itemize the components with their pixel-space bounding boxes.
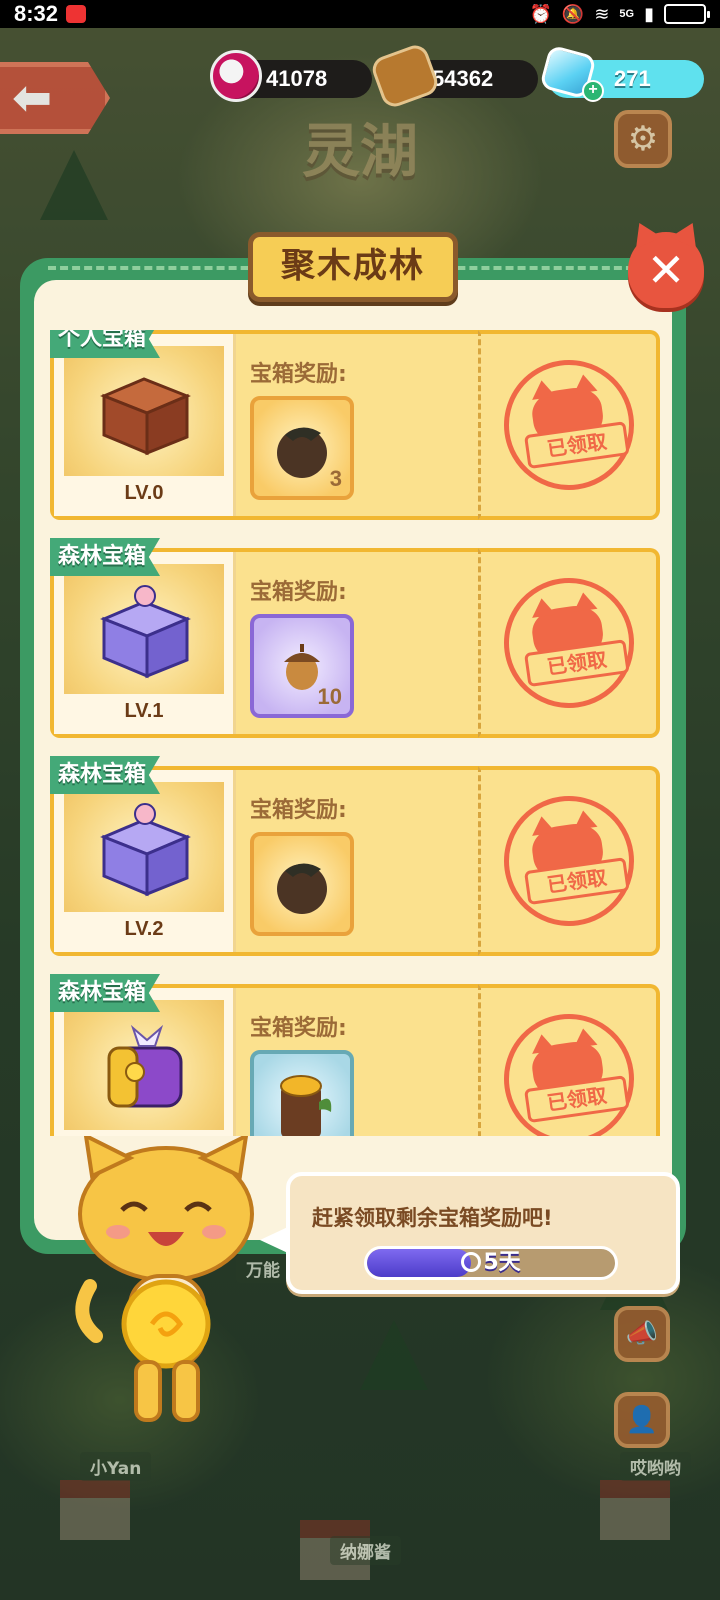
chest-row: LV.0 个人宝箱 宝箱奖励: 3 已领取 (50, 330, 660, 522)
countdown-label: 5天 (367, 1249, 615, 1277)
chest-art (64, 1000, 224, 1130)
gem-counter[interactable]: + 271 (539, 44, 704, 102)
chest-card: 森林宝箱 宝箱奖励: (50, 974, 478, 1136)
chest-level: LV.1 (124, 700, 164, 722)
megaphone-icon: 📣 (625, 1319, 659, 1349)
chest-row: 森林宝箱 宝箱奖励: 已领取 (50, 974, 660, 1136)
chest-list[interactable]: LV.0 个人宝箱 宝箱奖励: 3 已领取 LV.1 森林宝箱 宝箱奖励: 10… (50, 330, 660, 1136)
app-badge-icon (66, 5, 87, 23)
chest-row: LV.1 森林宝箱 宝箱奖励: 10 已领取 (50, 538, 660, 740)
clock-icon (461, 1252, 482, 1272)
chest-card: LV.2 森林宝箱 宝箱奖励: (50, 756, 478, 956)
chest-preview[interactable]: LV.1 (54, 552, 236, 734)
chest-row: LV.2 森林宝箱 宝箱奖励: 已领取 (50, 756, 660, 958)
person-icon: 👤 (625, 1405, 659, 1435)
jam-counter[interactable]: 41078 (210, 50, 372, 102)
status-icons: ⏰ 🔕 ≋ 5G ▮ (529, 3, 710, 25)
chest-preview[interactable]: LV.2 (54, 770, 236, 952)
chest-level: LV.0 (124, 482, 164, 504)
chest-art (64, 346, 224, 476)
hint-bubble: 赶紧领取剩余宝箱奖励吧! 5天 (260, 1172, 680, 1294)
profile-button[interactable]: 👤 (614, 1392, 670, 1448)
chest-name-ribbon: 森林宝箱 (50, 538, 161, 576)
gold-purple-chest-icon (107, 1024, 183, 1108)
hint-text: 赶紧领取剩余宝箱奖励吧! (312, 1206, 553, 1230)
map-player-label[interactable]: 纳娜酱 (330, 1536, 401, 1565)
claimed-slot: 已领取 (478, 984, 660, 1136)
reward-item[interactable] (250, 832, 354, 936)
reward-item[interactable]: 10 (250, 614, 354, 718)
dark-seed-icon (277, 863, 327, 914)
countdown-progress-bar: 5天 (364, 1246, 618, 1280)
chest-name-ribbon: 森林宝箱 (50, 974, 161, 1012)
status-time: 8:32 (14, 1, 59, 26)
close-icon: ✕ (646, 243, 686, 297)
map-player-label[interactable]: 小Yan (80, 1452, 152, 1481)
close-button[interactable]: ✕ (628, 232, 704, 308)
chest-art (64, 564, 224, 694)
chest-preview[interactable]: LV.0 (54, 334, 236, 516)
claimed-slot: 已领取 (478, 766, 660, 956)
cat-mascot (75, 1136, 254, 1422)
location-title: 灵湖 (301, 117, 418, 185)
reward-label: 宝箱奖励: (250, 1016, 347, 1041)
purple-gift-chest-icon (100, 803, 191, 897)
back-button[interactable]: ⬅ (0, 62, 110, 134)
jam-jar-icon (210, 50, 262, 102)
reward-quantity: 3 (329, 466, 342, 491)
chest-art (64, 782, 224, 912)
claimed-slot: 已领取 (478, 330, 660, 520)
signal-icon: ▮ (644, 3, 654, 24)
megaphone-button[interactable]: 📣 (614, 1306, 670, 1362)
reward-item[interactable] (250, 1050, 354, 1136)
network-type: 5G (619, 8, 635, 20)
claimed-stamp: 已领取 (495, 351, 642, 499)
chest-level: LV.2 (124, 918, 164, 940)
map-player-label[interactable]: 哎哟哟 (620, 1452, 691, 1481)
settings-button[interactable]: ⚙ (614, 110, 672, 168)
reward-item[interactable]: 3 (250, 396, 354, 500)
chest-card: LV.1 森林宝箱 宝箱奖励: 10 (50, 538, 478, 738)
chest-name-ribbon: 森林宝箱 (50, 756, 161, 794)
arrow-left-icon: ⬅ (12, 70, 53, 126)
purple-gift-chest-icon (100, 585, 191, 679)
mute-icon: 🔕 (561, 3, 585, 24)
dark-seed-icon (277, 427, 327, 478)
tree-stump-icon (280, 1075, 332, 1136)
reward-quantity: 10 (317, 684, 342, 709)
reward-label: 宝箱奖励: (250, 362, 347, 387)
alarm-icon: ⏰ (529, 3, 552, 24)
panel-title: 聚木成林 (248, 232, 458, 302)
battery-icon (664, 4, 710, 24)
claimed-stamp: 已领取 (495, 569, 642, 717)
reward-label: 宝箱奖励: (250, 580, 347, 605)
wood-counter[interactable]: 54362 (368, 41, 538, 111)
countdown-value: 5天 (483, 1250, 521, 1275)
chest-card: LV.0 个人宝箱 宝箱奖励: 3 (50, 330, 478, 520)
claimed-slot: 已领取 (478, 548, 660, 738)
wooden-chest-icon (100, 377, 191, 456)
status-bar: 8:32 ⏰ 🔕 ≋ 5G ▮ (0, 0, 720, 28)
reward-label: 宝箱奖励: (250, 798, 347, 823)
gear-icon: ⚙ (627, 119, 659, 159)
chest-name-ribbon: 个人宝箱 (50, 330, 161, 358)
claimed-stamp: 已领取 (495, 787, 642, 935)
wifi-icon: ≋ (594, 3, 610, 24)
claimed-stamp: 已领取 (495, 1005, 642, 1136)
add-gems-button[interactable]: + (582, 80, 604, 102)
